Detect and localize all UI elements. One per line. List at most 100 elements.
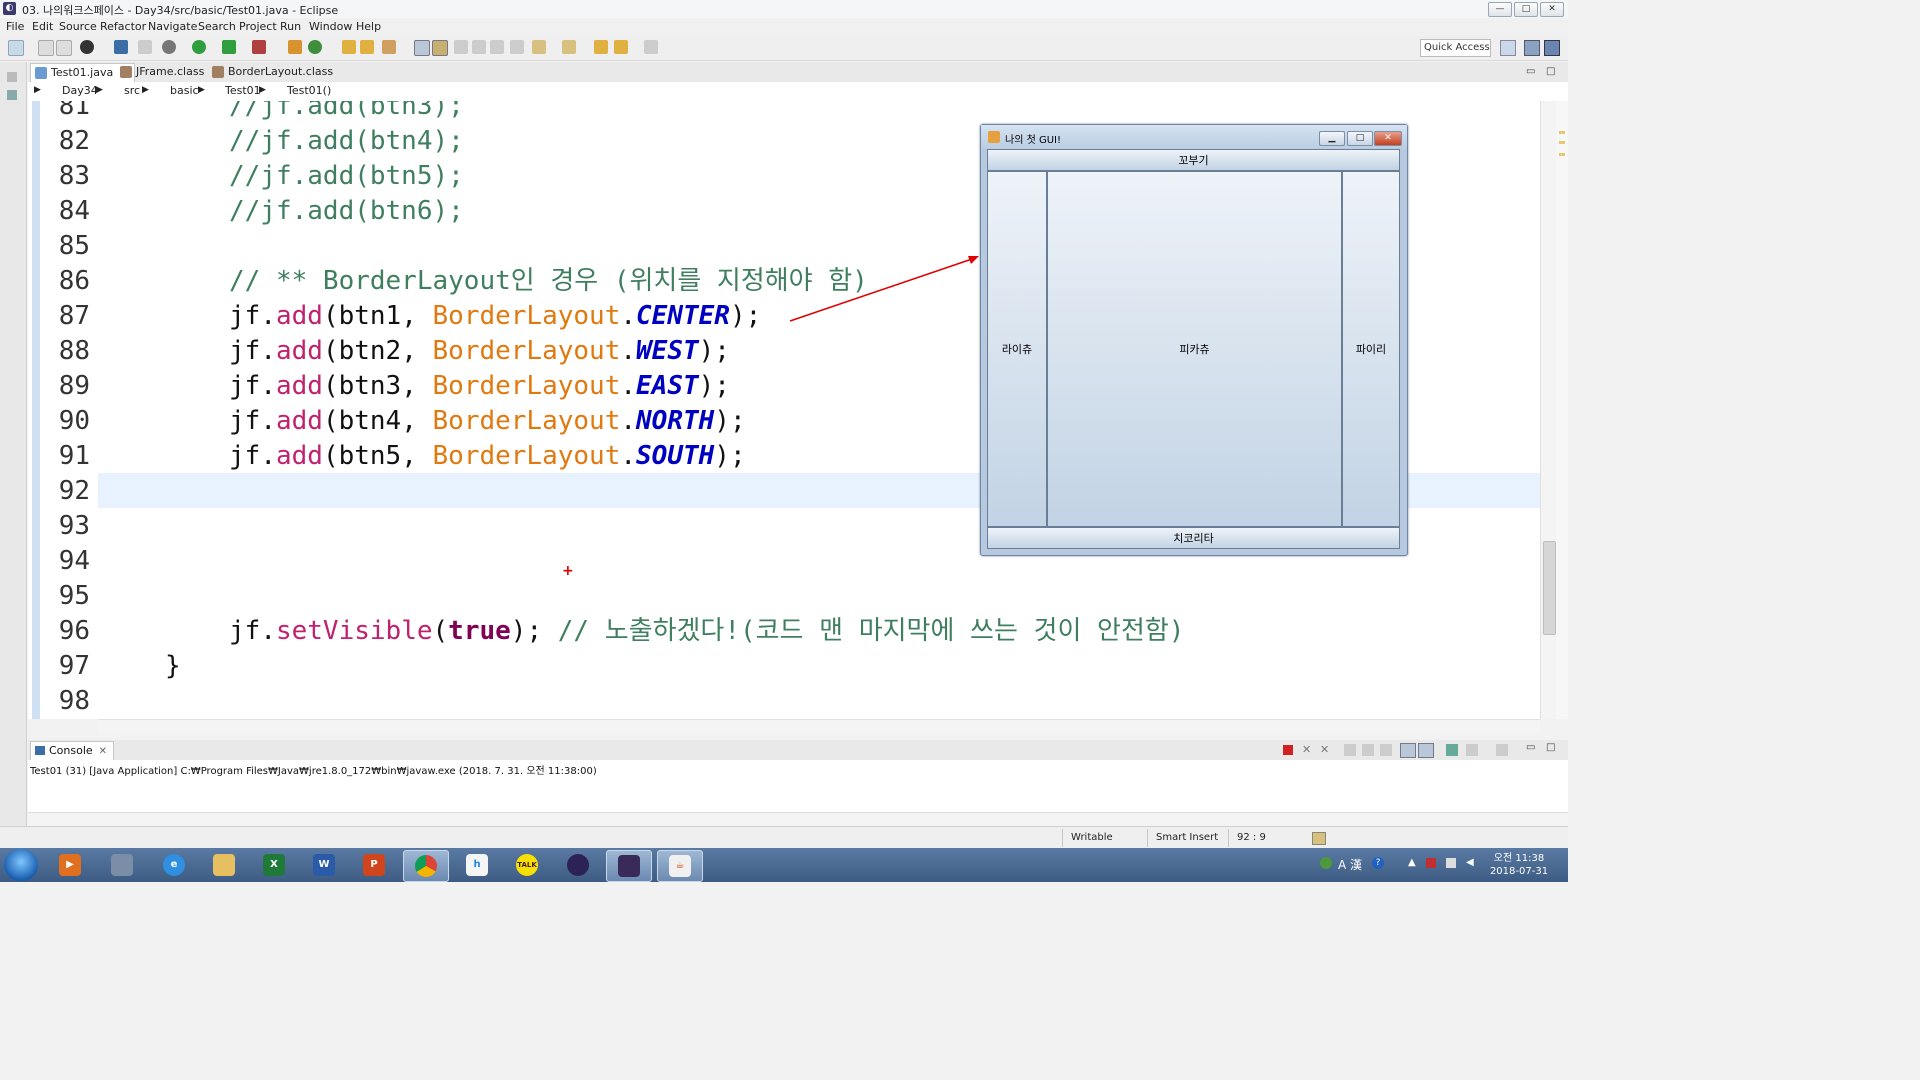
south-button[interactable]: 치코리타 [987,527,1400,549]
east-button[interactable]: 파이리 [1342,171,1400,527]
taskbar-hangul[interactable]: h [455,850,499,880]
menu-file[interactable]: File [6,20,24,33]
taskbar-media-player[interactable]: ▶ [48,850,92,880]
back-icon[interactable] [614,40,628,54]
terminate-icon[interactable] [1283,745,1293,755]
new-java-project-icon[interactable] [288,40,302,54]
gui-minimize-button[interactable]: ▁ [1319,131,1345,146]
menu-project[interactable]: Project [239,20,277,33]
annotation-marker[interactable] [1559,131,1565,134]
remove-launch-icon[interactable]: ✕ [1302,743,1311,756]
open-task-icon[interactable] [360,40,374,54]
gui-maximize-button[interactable]: □ [1347,131,1373,146]
north-button[interactable]: 꼬부기 [987,149,1400,171]
run-icon[interactable] [192,40,206,54]
toggle-highlight-icon[interactable] [432,40,448,56]
next-annotation-icon[interactable] [532,40,546,54]
taskbar-word[interactable]: W [302,850,346,880]
taskbar-eclipse[interactable] [556,850,600,880]
word-wrap-console-icon[interactable] [1380,744,1392,756]
taskbar-internet-explorer[interactable]: e [152,850,196,880]
maximize-button[interactable]: □ [1514,2,1538,17]
java-ee-perspective-icon[interactable] [1524,40,1540,56]
gui-close-button[interactable]: ✕ [1374,131,1402,146]
menu-help[interactable]: Help [356,20,381,33]
gui-window[interactable]: 나의 첫 GUI! ▁ □ ✕ 꼬부기 라이츄 피카츄 파이리 치코리타 [980,124,1408,556]
close-button[interactable]: ✕ [1540,2,1564,17]
paragraph-icon[interactable] [510,40,524,54]
network-icon[interactable] [1426,858,1436,868]
tab-jframe-class[interactable]: JFrame.class [116,63,210,81]
progress-icon[interactable] [1312,832,1326,845]
java-perspective-icon[interactable] [1544,40,1560,56]
ime-status-icon[interactable] [1320,857,1332,869]
taskbar-java-app[interactable]: ☕ [657,850,703,882]
volume-icon[interactable]: ◀ [1466,857,1474,868]
taskbar-powerpoint[interactable]: P [352,850,396,880]
annotation-marker[interactable] [1559,153,1565,156]
display-icon[interactable] [1446,858,1456,868]
open-console-icon[interactable] [1496,744,1508,756]
clear-console-icon[interactable] [1344,744,1356,756]
taskbar-excel[interactable]: X [252,850,296,880]
restore-icon[interactable] [7,72,17,82]
breadcrumb-package[interactable]: basic [170,84,199,97]
taskbar-file-explorer[interactable] [202,850,246,880]
menu-edit[interactable]: Edit [32,20,53,33]
center-button[interactable]: 피카츄 [1047,171,1342,527]
forward-icon[interactable] [644,40,658,54]
ime-mode[interactable]: A 漢 [1338,856,1362,873]
scroll-thumb[interactable] [1543,541,1556,635]
debug-profile-icon[interactable] [80,40,94,54]
taskbar-chrome[interactable] [403,850,449,882]
word-wrap-icon[interactable] [490,40,504,54]
maximize-view-icon[interactable]: □ [1546,742,1555,753]
show-whitespace-icon[interactable] [472,40,486,54]
menu-refactor[interactable]: Refactor [100,20,146,33]
terminal-icon[interactable] [114,40,128,54]
debug-icon[interactable] [162,40,176,54]
taskbar-eclipse-java-ee[interactable] [606,850,652,882]
remove-all-icon[interactable]: ✕ [1320,743,1329,756]
prev-annotation-icon[interactable] [562,40,576,54]
menu-run[interactable]: Run [280,20,301,33]
menu-search[interactable]: Search [198,20,236,33]
gui-title-bar[interactable]: 나의 첫 GUI! ▁ □ ✕ [981,125,1407,149]
pin-console-icon[interactable] [1446,744,1458,756]
display-console-icon[interactable] [1466,744,1478,756]
package-explorer-icon[interactable] [7,90,17,100]
new-icon[interactable] [8,40,24,56]
west-button[interactable]: 라이츄 [987,171,1047,527]
last-edit-icon[interactable] [594,40,608,54]
breadcrumb-method[interactable]: Test01() [287,84,331,97]
breadcrumb-project[interactable]: Day34 [62,84,98,97]
show-stdout-icon[interactable] [1400,743,1416,758]
maximize-editor-icon[interactable]: □ [1546,66,1555,77]
breadcrumb-class[interactable]: Test01 [225,84,261,97]
coverage-icon[interactable] [222,40,236,54]
show-hidden-icons-icon[interactable]: ▲ [1408,857,1416,868]
horizontal-scrollbar[interactable] [98,719,1540,734]
scroll-lock-icon[interactable] [1362,744,1374,756]
quick-access-field[interactable]: Quick Access [1420,39,1491,57]
show-stderr-icon[interactable] [1418,743,1434,758]
vertical-scrollbar[interactable] [1540,101,1557,719]
search-icon[interactable] [382,40,396,54]
menu-navigate[interactable]: Navigate [148,20,197,33]
menu-window[interactable]: Window [309,20,352,33]
menu-source[interactable]: Source [59,20,97,33]
breadcrumb-src[interactable]: src [124,84,140,97]
toggle-mark-icon[interactable] [414,40,430,56]
tab-close-icon[interactable]: ✕ [99,746,107,757]
new-class-icon[interactable] [308,40,322,54]
save-all-icon[interactable] [56,40,72,56]
external-tools-icon[interactable] [252,40,266,54]
save-icon[interactable] [38,40,54,56]
help-icon[interactable]: ? [1372,857,1384,869]
minimize-view-icon[interactable]: ▭ [1526,742,1535,753]
system-clock[interactable]: 오전 11:38 2018-07-31 [1488,852,1550,878]
open-perspective-icon[interactable] [1500,40,1516,56]
open-type-icon[interactable] [342,40,356,54]
console-horizontal-scrollbar[interactable] [28,812,1568,827]
minimize-editor-icon[interactable]: ▭ [1526,66,1535,77]
